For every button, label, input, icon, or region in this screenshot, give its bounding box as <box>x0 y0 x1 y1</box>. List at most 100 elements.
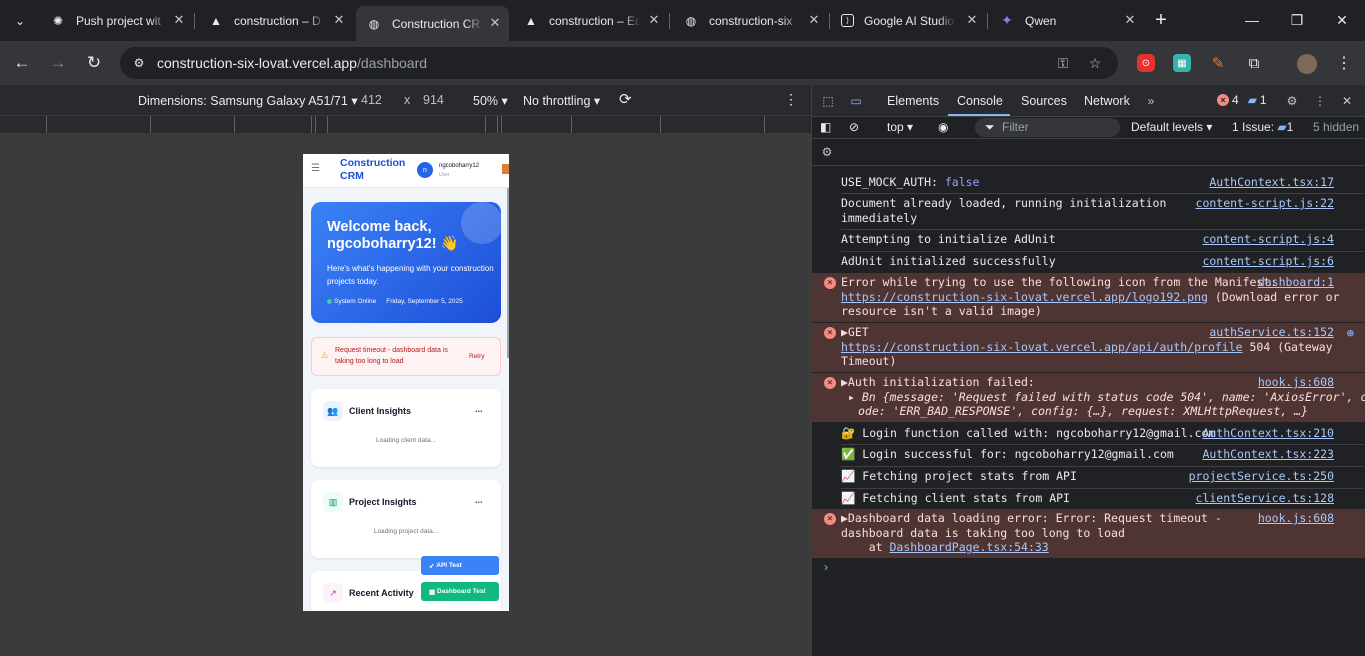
source-link[interactable]: dashboard:1 <box>1258 275 1334 290</box>
reload-icon[interactable]: ↻ <box>82 51 106 75</box>
error-count-badge[interactable]: × 4 ▰ 1 <box>1217 93 1267 107</box>
site-info-icon[interactable]: ⚙ <box>130 54 148 72</box>
sidebar-toggle-icon[interactable]: ◧ <box>820 120 831 134</box>
close-devtools-icon[interactable]: ✕ <box>1339 93 1355 109</box>
ai-studio-icon: ⟩ <box>841 14 854 27</box>
clear-console-icon[interactable]: ⊘ <box>849 120 859 134</box>
console-prompt[interactable]: › <box>824 560 828 574</box>
source-link[interactable]: hook.js:608 <box>1258 375 1334 390</box>
filter-placeholder: Filter <box>1002 120 1029 134</box>
user-info[interactable]: ngcoboharry12 User <box>439 162 479 180</box>
back-icon[interactable]: ← <box>10 51 34 75</box>
close-icon[interactable]: ✕ <box>806 12 822 28</box>
filter-input[interactable]: ⏷ Filter <box>975 118 1120 137</box>
new-tab-button[interactable]: + <box>1150 9 1172 31</box>
source-link[interactable]: content-script.js:4 <box>1202 232 1334 247</box>
expand-toggle[interactable]: ▶GET <box>841 325 869 340</box>
tab-elements[interactable]: Elements <box>887 94 939 108</box>
forward-icon[interactable]: → <box>46 51 70 75</box>
minimize-icon[interactable]: — <box>1240 8 1264 32</box>
device-toggle-icon[interactable]: ▭ <box>848 93 864 109</box>
source-link[interactable]: AuthContext.tsx:223 <box>1202 447 1334 462</box>
card-more-button[interactable]: ... <box>475 404 483 414</box>
device-dimensions-select[interactable]: Dimensions: Samsung Galaxy A51/71 ▾ <box>138 93 358 108</box>
source-link[interactable]: content-script.js:6 <box>1202 254 1334 269</box>
tab-construction-crm[interactable]: ◍ Construction CR ✕ <box>356 6 509 41</box>
tab-construction-ed[interactable]: ▲ construction – Ed ✕ <box>513 6 668 35</box>
close-icon[interactable]: ✕ <box>646 12 662 28</box>
throttling-select[interactable]: No throttling ▾ <box>523 93 600 108</box>
more-tabs-icon[interactable]: » <box>1143 93 1159 109</box>
dashboard-test-label: Dashboard Test <box>436 588 486 595</box>
error-url-link[interactable]: https://construction-six-lovat.vercel.ap… <box>841 340 1243 354</box>
zoom-select[interactable]: 50% ▾ <box>473 93 508 108</box>
password-key-icon[interactable]: ⚿ <box>1054 54 1072 72</box>
close-icon[interactable]: ✕ <box>487 15 503 31</box>
retry-button[interactable]: Retry <box>469 353 485 360</box>
app-brand[interactable]: Construction CRM <box>340 157 410 183</box>
restore-icon[interactable]: ❐ <box>1285 8 1309 32</box>
inspect-element-icon[interactable]: ⬚ <box>820 93 836 109</box>
project-insights-card: ▥ Project Insights ... Loading project d… <box>311 480 501 558</box>
network-request-icon[interactable]: ⊛ <box>1347 326 1354 341</box>
device-height-input[interactable]: 914 <box>423 93 444 107</box>
source-link[interactable]: AuthContext.tsx:17 <box>1209 175 1334 190</box>
devtools-menu-icon[interactable]: ⋮ <box>1312 93 1328 109</box>
log-levels-select[interactable]: Default levels ▾ <box>1131 120 1212 134</box>
object-preview[interactable]: ▸ Bn {message: 'Request failed with stat… <box>848 390 1365 405</box>
browser-menu-icon[interactable]: ⋮ <box>1335 54 1353 72</box>
api-test-button[interactable]: ➶ API Test <box>421 556 499 575</box>
tab-google-ai-studio[interactable]: ⟩ Google AI Studio ✕ <box>831 6 986 35</box>
hamburger-menu-icon[interactable]: ☰ <box>311 163 320 174</box>
bookmark-star-icon[interactable]: ☆ <box>1086 54 1104 72</box>
extension-teal-icon[interactable]: ▦ <box>1173 54 1191 72</box>
tab-console[interactable]: Console <box>957 94 1003 108</box>
tab-qwen[interactable]: ✦ Qwen ✕ <box>989 6 1144 35</box>
card-title: Project Insights <box>349 497 417 507</box>
address-bar[interactable]: ⚙ construction-six-lovat.vercel.app/dash… <box>120 47 1118 79</box>
tab-construction-six[interactable]: ◍ construction-six ✕ <box>673 6 828 35</box>
device-options-icon[interactable]: ⋮ <box>784 91 798 108</box>
close-icon[interactable]: ✕ <box>331 12 347 28</box>
source-link[interactable]: hook.js:608 <box>1258 511 1334 526</box>
tab-sources[interactable]: Sources <box>1021 94 1067 108</box>
issues-link[interactable]: 1 Issue: ▰1 <box>1232 120 1293 134</box>
welcome-text: Here's what's happening with your constr… <box>327 264 494 286</box>
extensions-puzzle-icon[interactable]: ⧉ <box>1245 54 1263 72</box>
close-icon[interactable]: ✕ <box>964 12 980 28</box>
context-select[interactable]: top ▾ <box>887 120 913 134</box>
rotate-icon[interactable]: ⟳ <box>619 90 632 108</box>
close-icon[interactable]: ✕ <box>171 12 187 28</box>
expand-toggle[interactable]: ▶Auth initialization failed: <box>841 375 1035 390</box>
close-window-icon[interactable]: ✕ <box>1330 8 1354 32</box>
profile-avatar[interactable] <box>1297 54 1317 74</box>
extension-orange-icon[interactable]: ✎ <box>1209 54 1227 72</box>
url-text[interactable]: construction-six-lovat.vercel.app/dashbo… <box>157 55 427 71</box>
console-error-row: × Error while trying to use the followin… <box>812 273 1365 322</box>
extension-red-icon[interactable]: ⊙ <box>1137 54 1155 72</box>
settings-gear-icon[interactable]: ⚙ <box>1284 93 1300 109</box>
source-link[interactable]: AuthContext.tsx:210 <box>1202 426 1334 441</box>
close-icon[interactable]: ✕ <box>1122 12 1138 28</box>
tab-construction-d[interactable]: ▲ construction – D ✕ <box>198 6 353 35</box>
error-url-link[interactable]: https://construction-six-lovat.vercel.ap… <box>841 290 1208 304</box>
user-avatar[interactable]: n <box>417 162 433 178</box>
header-action-button[interactable] <box>502 164 509 174</box>
source-link[interactable]: clientService.ts:128 <box>1196 491 1334 506</box>
expand-toggle[interactable]: ▶Dashboard data loading error: Error: Re… <box>841 511 1222 526</box>
tab-push-project[interactable]: ✺ Push project wit ✕ <box>40 6 193 35</box>
device-width-input[interactable]: 412 <box>361 93 382 107</box>
source-link[interactable]: projectService.ts:250 <box>1189 469 1334 484</box>
chart-icon: 📈 <box>841 491 856 505</box>
live-expression-eye-icon[interactable]: ◉ <box>938 120 948 134</box>
devtools-tab-bar: ⬚ ▭ Elements Console Sources Network » ×… <box>812 85 1365 117</box>
source-link[interactable]: content-script.js:22 <box>1196 196 1334 211</box>
tab-network[interactable]: Network <box>1084 94 1130 108</box>
card-more-button[interactable]: ... <box>475 495 483 505</box>
console-settings-icon[interactable]: ⚙ <box>819 144 835 160</box>
source-link[interactable]: authService.ts:152 <box>1209 325 1334 340</box>
tab-search-icon[interactable]: ⌄ <box>8 9 32 33</box>
stack-trace-link[interactable]: DashboardPage.tsx:54:33 <box>889 540 1048 554</box>
dashboard-test-button[interactable]: ▦ Dashboard Test <box>421 582 499 601</box>
page-scrollbar[interactable] <box>507 188 509 358</box>
